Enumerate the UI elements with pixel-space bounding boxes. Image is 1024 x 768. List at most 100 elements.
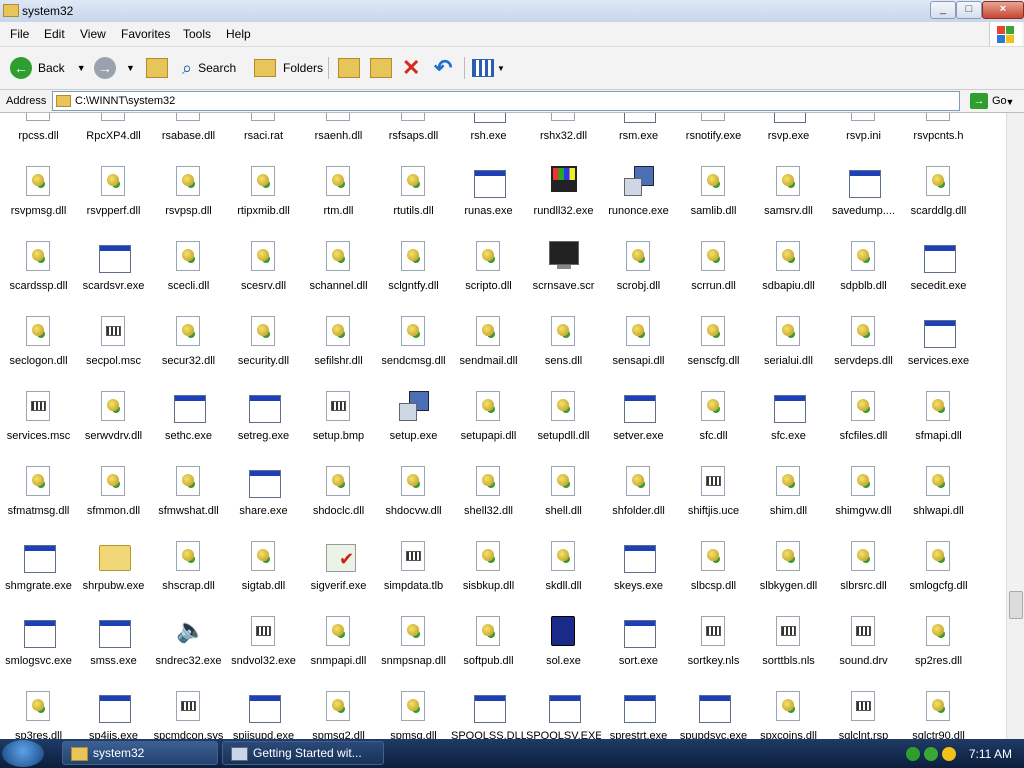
file-item[interactable]: setupdll.dll bbox=[526, 391, 601, 461]
go-button[interactable]: → Go bbox=[970, 91, 1020, 111]
file-item[interactable]: sp4iis.exe bbox=[76, 691, 151, 739]
file-item[interactable]: serwvdrv.dll bbox=[76, 391, 151, 461]
file-item[interactable]: sortkey.nls bbox=[676, 616, 751, 686]
file-item[interactable]: serialui.dll bbox=[751, 316, 826, 386]
file-item[interactable]: rsh.exe bbox=[451, 113, 526, 161]
file-item[interactable]: secedit.exe bbox=[901, 241, 976, 311]
file-item[interactable]: sfmatmsg.dll bbox=[1, 466, 76, 536]
file-item[interactable]: secur32.dll bbox=[151, 316, 226, 386]
file-item[interactable]: sort.exe bbox=[601, 616, 676, 686]
start-button[interactable] bbox=[2, 740, 44, 767]
file-item[interactable]: servdeps.dll bbox=[826, 316, 901, 386]
folders-button[interactable]: Folders bbox=[254, 55, 323, 81]
file-item[interactable]: rtutils.dll bbox=[376, 166, 451, 236]
file-item[interactable]: rsaenh.dll bbox=[301, 113, 376, 161]
file-item[interactable]: scardsvr.exe bbox=[76, 241, 151, 311]
file-item[interactable]: rsvpcnts.h bbox=[901, 113, 976, 161]
file-item[interactable]: sprestrt.exe bbox=[601, 691, 676, 739]
file-item[interactable]: softpub.dll bbox=[451, 616, 526, 686]
menu-edit[interactable]: Edit bbox=[44, 27, 65, 41]
file-item[interactable]: sp2res.dll bbox=[901, 616, 976, 686]
file-item[interactable]: sfmmon.dll bbox=[76, 466, 151, 536]
back-button[interactable]: ← Back ▼ bbox=[10, 55, 86, 81]
file-item[interactable]: rsvp.ini bbox=[826, 113, 901, 161]
file-item[interactable]: runas.exe bbox=[451, 166, 526, 236]
file-item[interactable]: security.dll bbox=[226, 316, 301, 386]
file-item[interactable]: sensapi.dll bbox=[601, 316, 676, 386]
vertical-scrollbar[interactable] bbox=[1006, 113, 1024, 739]
file-item[interactable]: shrpubw.exe bbox=[76, 541, 151, 611]
forward-button[interactable]: → ▼ bbox=[94, 55, 135, 81]
file-item[interactable]: shell32.dll bbox=[451, 466, 526, 536]
file-item[interactable]: runonce.exe bbox=[601, 166, 676, 236]
move-to-button[interactable] bbox=[338, 55, 360, 81]
taskbar-item-system32[interactable]: system32 bbox=[62, 741, 218, 765]
file-item[interactable]: setupapi.dll bbox=[451, 391, 526, 461]
file-item[interactable]: rtipxmib.dll bbox=[226, 166, 301, 236]
close-button[interactable]: × bbox=[982, 1, 1024, 19]
file-item[interactable]: skeys.exe bbox=[601, 541, 676, 611]
file-item[interactable]: sp3res.dll bbox=[1, 691, 76, 739]
file-item[interactable]: sethc.exe bbox=[151, 391, 226, 461]
file-item[interactable]: sendmail.dll bbox=[451, 316, 526, 386]
file-item[interactable]: spupdsvc.exe bbox=[676, 691, 751, 739]
file-item[interactable]: services.exe bbox=[901, 316, 976, 386]
file-item[interactable]: shlwapi.dll bbox=[901, 466, 976, 536]
file-item[interactable]: smlogcfg.dll bbox=[901, 541, 976, 611]
file-item[interactable]: services.msc bbox=[1, 391, 76, 461]
file-item[interactable]: shimgvw.dll bbox=[826, 466, 901, 536]
file-item[interactable]: shmgrate.exe bbox=[1, 541, 76, 611]
scrollbar-thumb[interactable] bbox=[1009, 591, 1023, 619]
file-item[interactable]: sefilshr.dll bbox=[301, 316, 376, 386]
file-item[interactable]: sfmwshat.dll bbox=[151, 466, 226, 536]
file-item[interactable]: sound.drv bbox=[826, 616, 901, 686]
views-button[interactable]: ▼ bbox=[472, 55, 505, 81]
file-item[interactable]: snmpapi.dll bbox=[301, 616, 376, 686]
file-item[interactable]: slbkygen.dll bbox=[751, 541, 826, 611]
security-icon[interactable] bbox=[924, 747, 938, 761]
file-item[interactable]: rsabase.dll bbox=[151, 113, 226, 161]
search-button[interactable]: ⌕ Search bbox=[182, 55, 236, 81]
file-item[interactable]: shdocvw.dll bbox=[376, 466, 451, 536]
file-item[interactable]: savedump.... bbox=[826, 166, 901, 236]
file-item[interactable]: spiisupd.exe bbox=[226, 691, 301, 739]
file-item[interactable]: RpcXP4.dll bbox=[76, 113, 151, 161]
file-item[interactable]: spcmdcon.sys bbox=[151, 691, 226, 739]
file-item[interactable]: sisbkup.dll bbox=[451, 541, 526, 611]
delete-button[interactable]: ✕ bbox=[402, 55, 420, 81]
file-item[interactable]: snmpsnap.dll bbox=[376, 616, 451, 686]
file-item[interactable]: simpdata.tlb bbox=[376, 541, 451, 611]
file-item[interactable]: smlogsvc.exe bbox=[1, 616, 76, 686]
file-item[interactable]: setreg.exe bbox=[226, 391, 301, 461]
file-item[interactable]: sdbapiu.dll bbox=[751, 241, 826, 311]
file-item[interactable]: sfmapi.dll bbox=[901, 391, 976, 461]
file-item[interactable]: sfc.exe bbox=[751, 391, 826, 461]
file-item[interactable]: scripto.dll bbox=[451, 241, 526, 311]
file-item[interactable]: samlib.dll bbox=[676, 166, 751, 236]
file-item[interactable]: rpcss.dll bbox=[1, 113, 76, 161]
file-item[interactable]: rsaci.rat bbox=[226, 113, 301, 161]
file-item[interactable]: rsvpmsg.dll bbox=[1, 166, 76, 236]
file-item[interactable]: rsvpperf.dll bbox=[76, 166, 151, 236]
file-item[interactable]: setup.exe bbox=[376, 391, 451, 461]
menu-file[interactable]: File bbox=[10, 27, 29, 41]
file-item[interactable]: scrobj.dll bbox=[601, 241, 676, 311]
file-item[interactable]: sens.dll bbox=[526, 316, 601, 386]
file-item[interactable]: rtm.dll bbox=[301, 166, 376, 236]
file-item[interactable]: sdpblb.dll bbox=[826, 241, 901, 311]
file-item[interactable]: skdll.dll bbox=[526, 541, 601, 611]
file-item[interactable]: sendcmsg.dll bbox=[376, 316, 451, 386]
file-item[interactable]: rsm.exe bbox=[601, 113, 676, 161]
file-item[interactable]: sorttbls.nls bbox=[751, 616, 826, 686]
file-item[interactable]: seclogon.dll bbox=[1, 316, 76, 386]
file-item[interactable]: rsvp.exe bbox=[751, 113, 826, 161]
file-item[interactable]: spmsg2.dll bbox=[301, 691, 376, 739]
file-item[interactable]: sfcfiles.dll bbox=[826, 391, 901, 461]
file-item[interactable]: slbcsp.dll bbox=[676, 541, 751, 611]
file-item[interactable]: smss.exe bbox=[76, 616, 151, 686]
file-item[interactable]: secpol.msc bbox=[76, 316, 151, 386]
file-item[interactable]: sol.exe bbox=[526, 616, 601, 686]
menu-help[interactable]: Help bbox=[226, 27, 251, 41]
address-input[interactable]: C:\WINNT\system32 ▼ bbox=[52, 91, 1014, 111]
file-item[interactable]: samsrv.dll bbox=[751, 166, 826, 236]
